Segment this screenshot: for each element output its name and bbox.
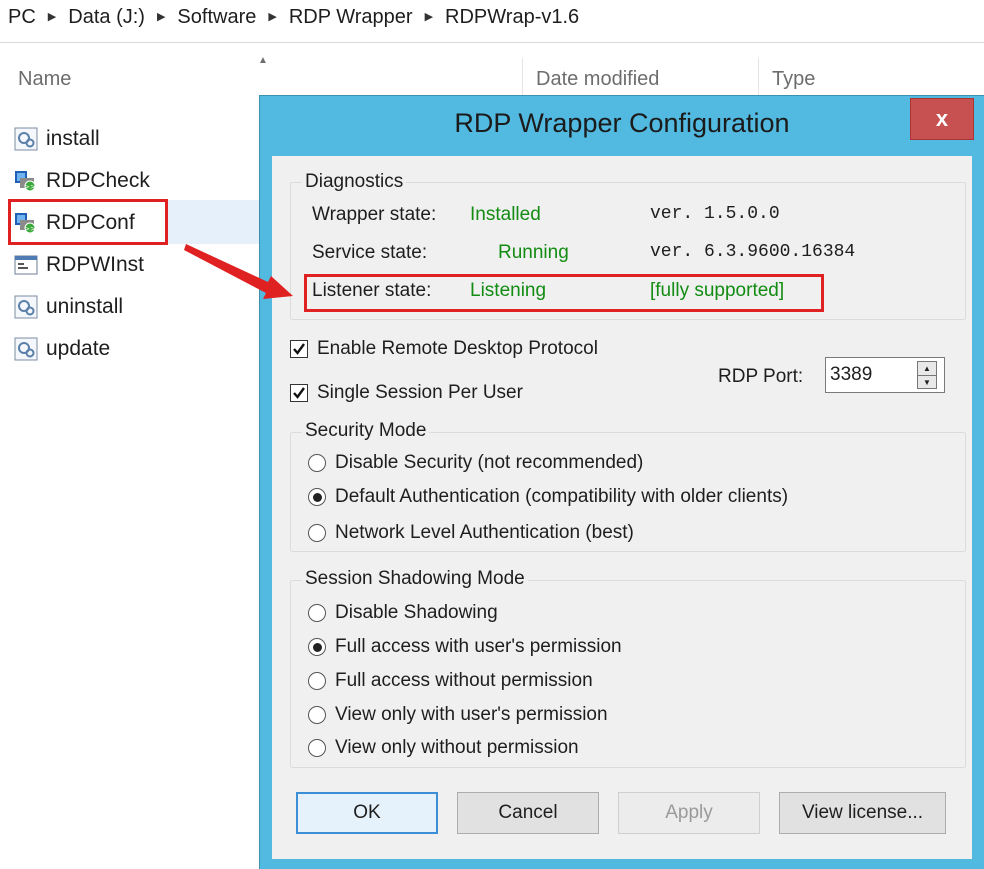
annotation-arrow-icon [184, 244, 293, 299]
